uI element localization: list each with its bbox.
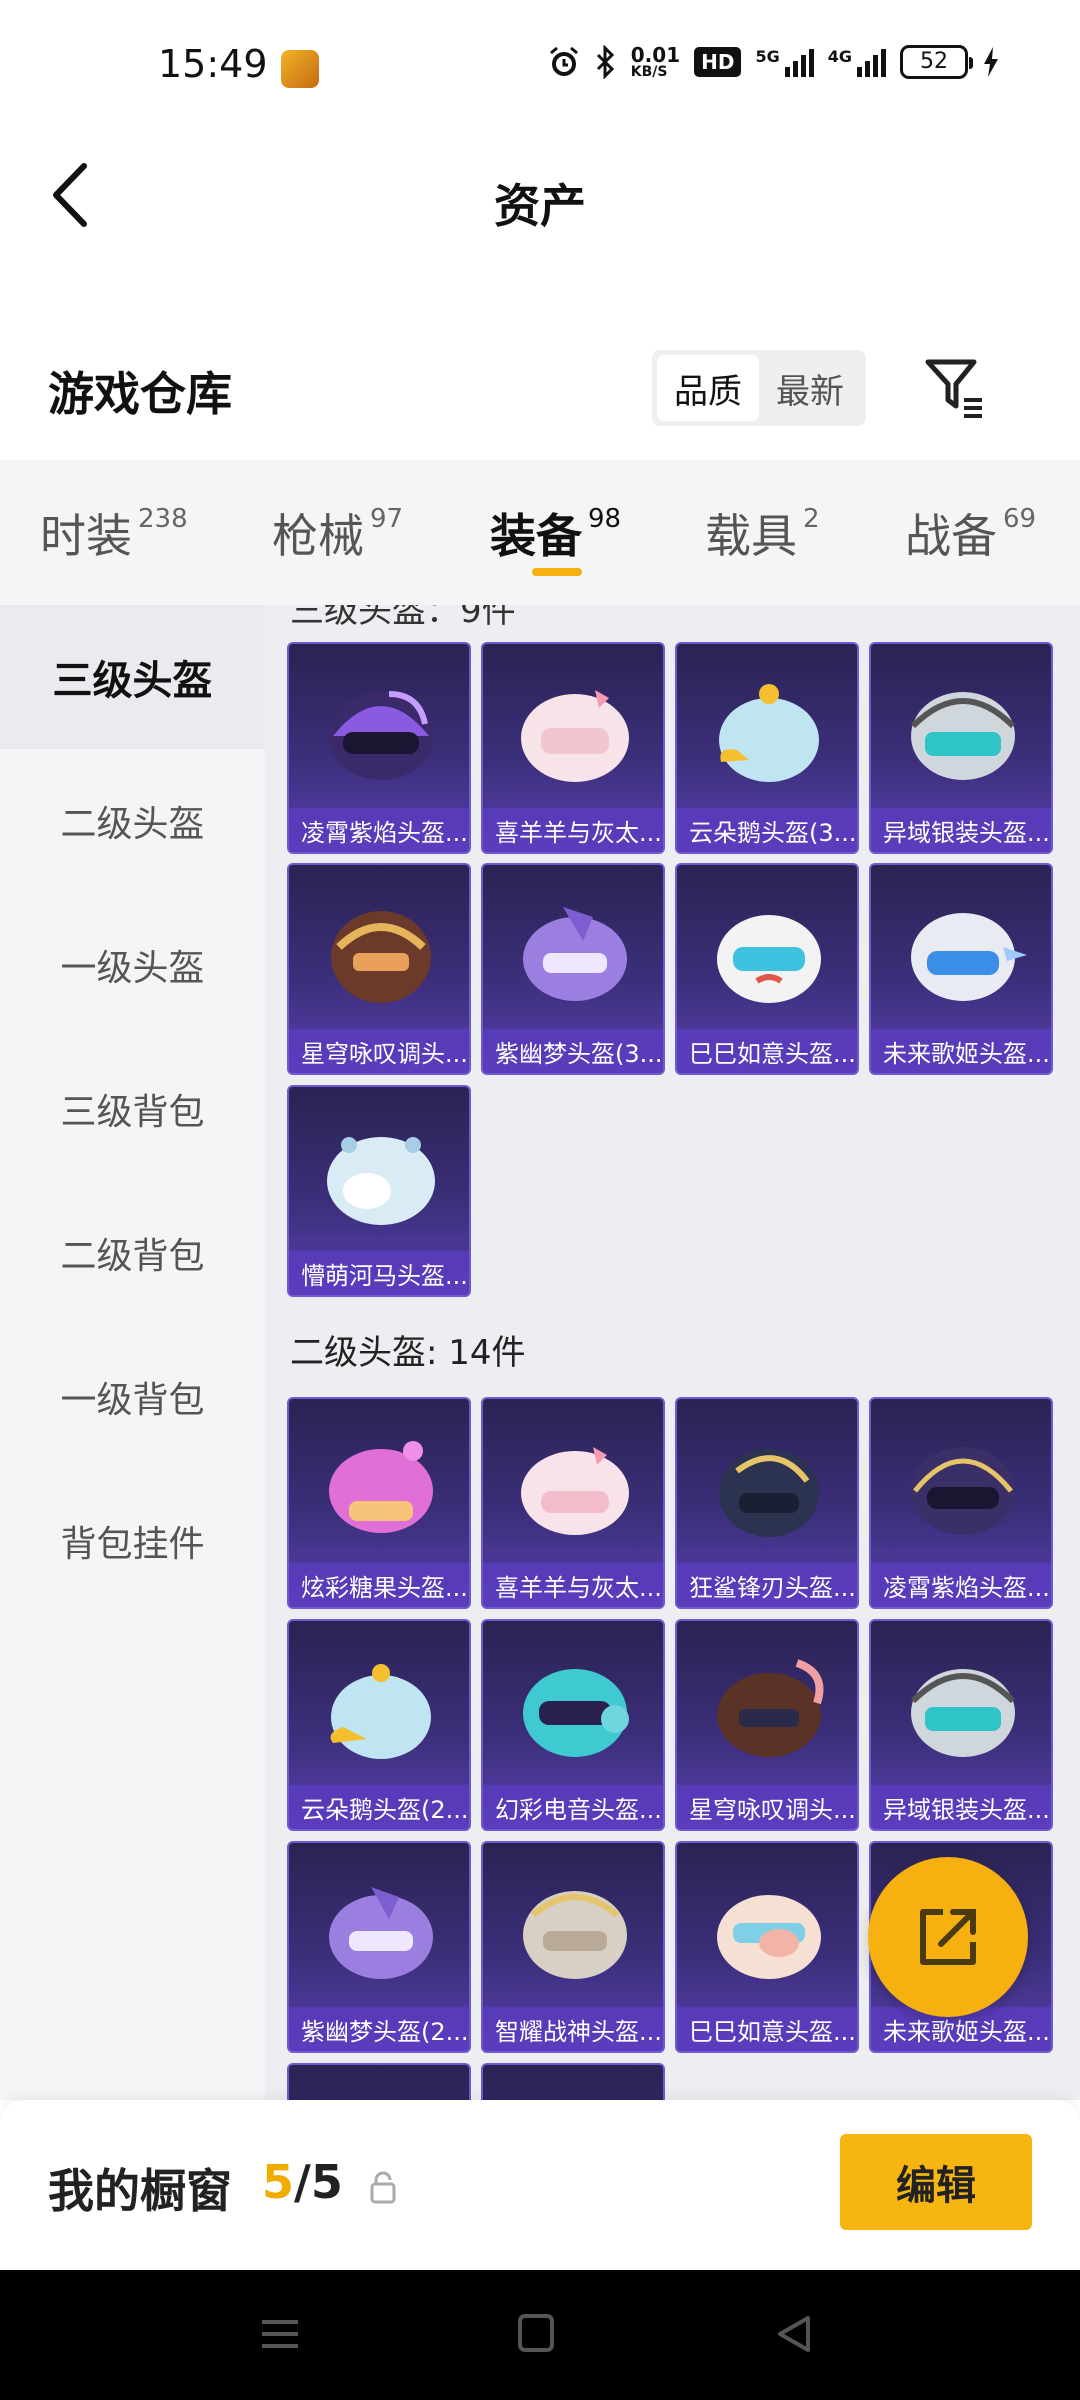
helmet-icon [717,1659,824,1757]
helmet-icon [521,1447,629,1535]
filter-icon [925,359,982,418]
menu-icon[interactable] [252,2310,308,2358]
signal-5g-icon: 5G [755,47,814,77]
home-icon[interactable] [508,2310,564,2358]
share-button[interactable] [868,1857,1028,2017]
item-card[interactable] [481,2063,665,2100]
showcase-label: 我的橱窗 [48,2164,232,2218]
edit-button[interactable]: 编辑 [840,2134,1032,2230]
helmet-icon [327,1137,435,1225]
app-notification-icon [281,50,319,88]
group-heading-level2: 二级头盔: 14件 [290,1333,526,1373]
item-card[interactable]: 懵萌河马头盔... [287,1085,471,1297]
tab-gear[interactable]: 战备 69 [905,500,1036,566]
sort-by-quality[interactable]: 品质 [657,355,759,421]
tab-equipment[interactable]: 装备 98 [490,500,621,566]
tab-weapons[interactable]: 枪械 97 [272,500,403,566]
helmet-icon [331,911,431,1003]
item-card[interactable] [287,2063,471,2100]
sort-toggle: 品质 最新 [652,350,866,426]
helmet-icon [521,690,629,782]
helmet-icon [330,1664,431,1759]
item-card[interactable]: 炫彩糖果头盔... [287,1397,471,1609]
item-card[interactable]: 狂鲨锋刃头盔... [675,1397,859,1609]
sidebar-item-backpack-charm[interactable]: 背包挂件 [0,1469,265,1613]
tab-fashion[interactable]: 时装 238 [40,500,188,566]
warehouse-header: 游戏仓库 品质 最新 [0,330,1080,450]
showcase-bar: 我的橱窗 5/5 编辑 [0,2100,1080,2270]
helmet-icon [523,1891,627,1979]
tab-vehicles[interactable]: 载具 2 [705,500,820,566]
helmet-icon [717,1895,821,1979]
network-speed: 0.01 KB/S [630,43,681,80]
sidebar-item-level2-backpack[interactable]: 二级背包 [0,1181,265,1325]
status-time: 15:49 [158,42,268,86]
helmet-icon [717,915,821,1003]
top-app-bar: 资产 [0,130,1080,260]
sort-by-newest[interactable]: 最新 [759,355,861,421]
charging-icon [982,44,1000,80]
helmet-icon [911,1447,1015,1535]
item-card[interactable]: 巳巳如意头盔... [675,863,859,1075]
section-title: 游戏仓库 [48,367,232,421]
helmet-icon [911,913,1027,1001]
item-card[interactable]: 紫幽梦头盔(2... [287,1841,471,2053]
item-card[interactable]: 云朵鹅头盔(2... [287,1619,471,1831]
filter-button[interactable] [920,352,990,422]
status-icons: 0.01 KB/S HD 5G 4G 52 [547,44,1000,80]
category-tabs: 时装 238 枪械 97 装备 98 载具 2 战备 69 [0,460,1080,605]
helmet-icon [523,1669,629,1757]
sidebar-item-level3-helmet[interactable]: 三级头盔 [0,605,265,749]
sidebar-item-level1-helmet[interactable]: 一级头盔 [0,893,265,1037]
sidebar-item-level1-backpack[interactable]: 一级背包 [0,1325,265,1469]
item-card[interactable]: 喜羊羊与灰太... [481,642,665,854]
item-card[interactable]: 星穹咏叹调头... [675,1619,859,1831]
helmet-icon [719,1449,819,1537]
active-tab-indicator [532,568,582,576]
item-card[interactable]: 喜羊羊与灰太... [481,1397,665,1609]
helmet-icon [910,1669,1016,1757]
back-nav-icon[interactable] [766,2310,822,2358]
share-icon [920,1909,976,1965]
status-bar: 15:49 0.01 KB/S HD 5G 4G 52 [0,0,1080,130]
item-card[interactable]: 异域银装头盔... [869,1619,1053,1831]
group-heading-level3: 三级头盔：9件 [290,605,516,631]
helmet-icon [329,1887,433,1979]
page-title: 资产 [494,179,586,233]
item-card[interactable]: 紫幽梦头盔(3... [481,863,665,1075]
subcategory-sidebar: 三级头盔 二级头盔 一级头盔 三级背包 二级背包 一级背包 背包挂件 [0,605,265,2100]
showcase-count: 5/5 [262,2155,343,2209]
bluetooth-icon [595,44,617,80]
hd-voice-badge: HD [694,47,742,77]
signal-4g-icon: 4G [828,47,886,77]
item-card[interactable]: 幻彩电音头盔... [481,1619,665,1831]
item-card[interactable]: 星穹咏叹调头... [287,863,471,1075]
helmet-icon [910,692,1016,780]
helmet-icon [719,684,819,782]
helmet-icon [523,907,627,1001]
system-navigation-bar [0,2270,1080,2400]
item-card[interactable]: 智耀战神头盔... [481,1841,665,2053]
helmet-icon [329,691,433,780]
sidebar-item-level2-helmet[interactable]: 二级头盔 [0,749,265,893]
lock-icon [370,2171,396,2204]
alarm-icon [547,44,581,80]
item-card[interactable]: 异域银装头盔... [869,642,1053,854]
sidebar-item-level3-backpack[interactable]: 三级背包 [0,1037,265,1181]
item-card[interactable]: 凌霄紫焰头盔... [869,1397,1053,1609]
item-card[interactable]: 未来歌姬头盔... [869,863,1053,1075]
item-card[interactable]: 凌霄紫焰头盔... [287,642,471,854]
item-card[interactable]: 巳巳如意头盔... [675,1841,859,2053]
helmet-icon [329,1441,433,1533]
battery-icon: 52 [900,45,973,79]
item-card[interactable]: 云朵鹅头盔(3... [675,642,859,854]
